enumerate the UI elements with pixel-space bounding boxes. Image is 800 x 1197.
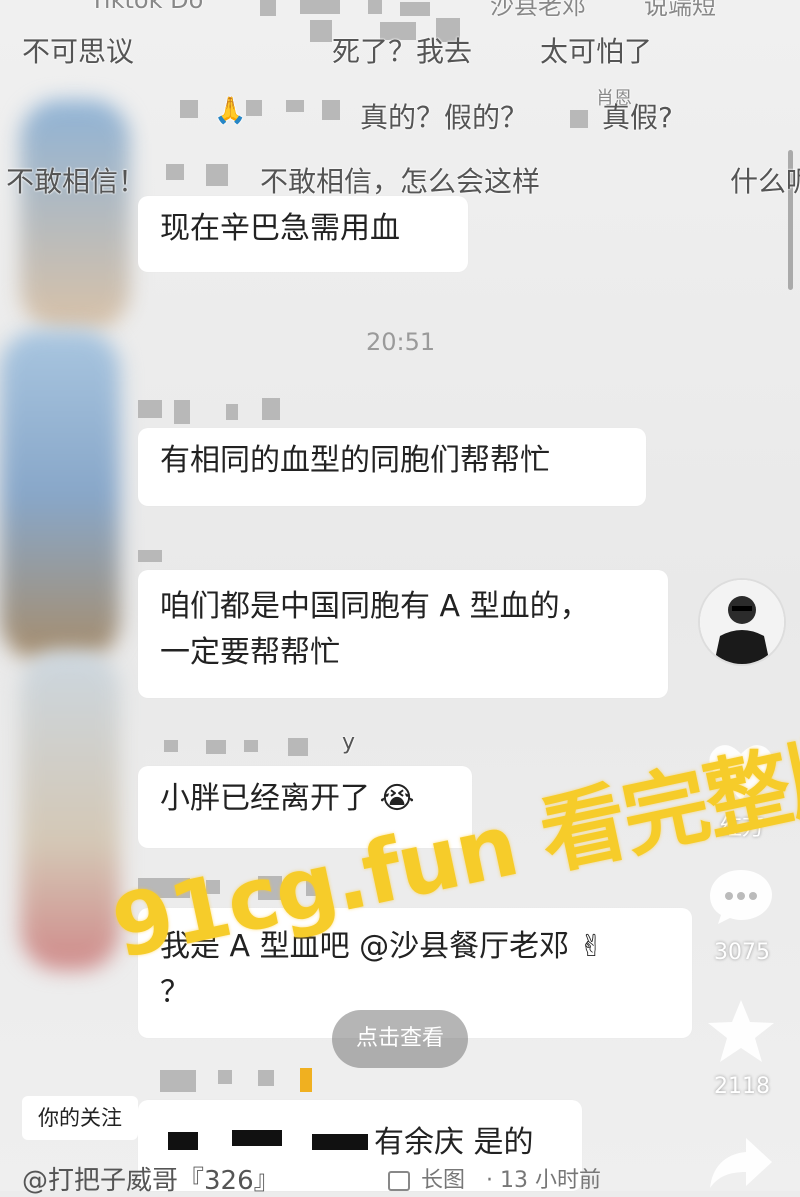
pray-emoji: 🙏	[214, 96, 247, 126]
pixelated-name	[310, 20, 332, 42]
avatar-person-icon	[700, 580, 784, 664]
share-button[interactable]	[706, 1134, 776, 1191]
danmu-text: 不敢相信！	[6, 165, 147, 198]
danmu-text: 什么呢	[730, 165, 800, 198]
post-time: · 13 小时前	[486, 1168, 601, 1193]
pixelated-name	[206, 164, 228, 186]
chat-message-bubble: 有相同的血型的同胞们帮帮忙	[138, 428, 646, 506]
pixelated-name	[300, 0, 340, 14]
following-tag: 你的关注	[22, 1096, 138, 1140]
danmu-text: 死了？我去	[332, 35, 473, 68]
pixelated-name	[166, 164, 184, 180]
star-icon	[708, 1000, 774, 1062]
pixelated-sender-name	[244, 740, 258, 752]
pixelated-sender-name	[160, 1070, 196, 1092]
danmu-partial-left: Tiktok Do	[90, 0, 204, 14]
pixelated-name	[368, 0, 382, 14]
comment-count: 3075	[714, 940, 770, 965]
danmu-text: 不可思议	[22, 35, 135, 68]
pixelated-sender-name	[262, 398, 280, 420]
danmu-text: 真假?	[602, 101, 673, 134]
chat-message-bubble: 现在辛巴急需用血	[138, 196, 468, 272]
blurred-figure-top	[20, 100, 130, 330]
chat-message-text: 现在辛巴急需用血	[160, 211, 400, 246]
pixelated-sender-name	[312, 1134, 368, 1150]
danmu-partial-right: 说端短	[644, 0, 716, 20]
favorite-button[interactable]	[706, 998, 776, 1064]
pixelated-sender-name	[138, 550, 162, 562]
blurred-figure-middle	[0, 330, 120, 660]
pixelated-sender-name	[258, 1070, 274, 1086]
post-meta: 长图 · 13 小时前	[388, 1162, 601, 1194]
post-type: 长图	[421, 1168, 466, 1193]
danmu-text: 不敢相信，怎么会这样	[260, 165, 541, 198]
favorite-count: 2118	[714, 1074, 770, 1099]
pixelated-sender-name	[232, 1130, 282, 1146]
pixelated-name	[180, 100, 198, 118]
pixelated-sender-name	[218, 1070, 232, 1084]
pixelated-name	[322, 100, 340, 120]
pixelated-name	[570, 110, 588, 128]
author-avatar[interactable]	[698, 578, 786, 666]
pixelated-sender-name	[288, 738, 308, 756]
pixelated-sender-name	[226, 404, 238, 420]
pixelated-sender-name	[300, 1068, 312, 1092]
pixelated-sender-name	[206, 740, 226, 754]
danmu-text: 真的？假的？	[360, 101, 529, 134]
chat-timestamp: 20:51	[366, 328, 436, 356]
pixelated-name	[260, 0, 276, 16]
view-full-button[interactable]: 点击查看	[332, 1010, 468, 1068]
danmu-text: 太可怕了	[540, 35, 653, 68]
pixelated-name	[400, 2, 430, 16]
victory-emoji: ✌	[578, 929, 604, 964]
pixelated-name	[246, 100, 262, 116]
chat-message-text-line: 一定要帮帮忙	[160, 635, 340, 670]
pixelated-sender-name	[168, 1132, 198, 1150]
comment-icon	[710, 870, 772, 924]
pixelated-sender-name	[138, 400, 162, 418]
chat-message-text: 有相同的血型的同胞们帮帮忙	[160, 443, 550, 478]
pixelated-sender-name	[164, 740, 178, 752]
chat-message-text-line: 咱们都是中国同胞有 A 型血的，	[160, 589, 590, 624]
comment-button[interactable]	[706, 866, 776, 930]
pixelated-name	[286, 100, 304, 112]
sender-name-partial: y	[342, 730, 356, 755]
chat-message-text: 有余庆 是的	[374, 1125, 534, 1160]
pixelated-sender-name	[174, 400, 190, 424]
author-handle[interactable]: @打把子威哥『326』	[22, 1160, 280, 1197]
danmu-partial-mid: 沙县老邓	[490, 0, 586, 20]
image-icon	[388, 1171, 410, 1191]
blurred-figure-bottom	[20, 650, 120, 970]
share-arrow-icon	[710, 1138, 772, 1188]
chat-message-bubble: 咱们都是中国同胞有 A 型血的， 一定要帮帮忙	[138, 570, 668, 698]
